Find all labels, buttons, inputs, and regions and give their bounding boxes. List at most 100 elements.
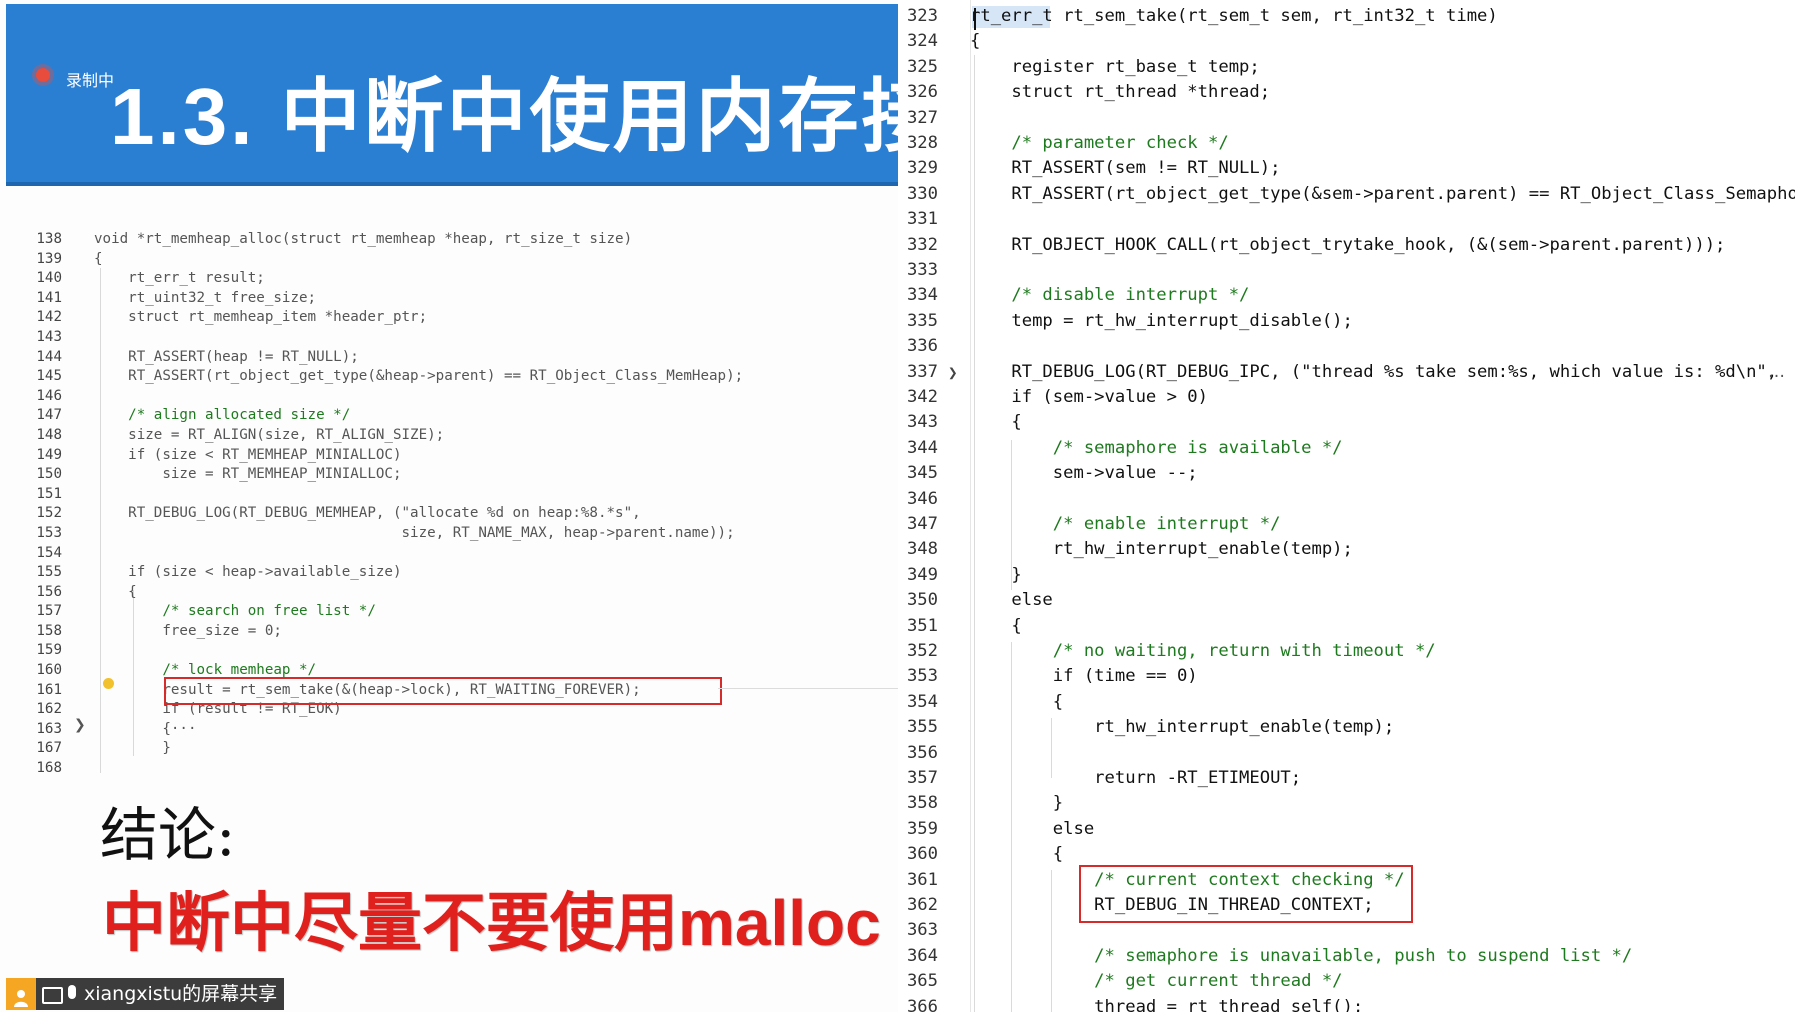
code-line: 151 — [36, 485, 62, 502]
code-text: temp = rt_hw_interrupt_disable(); — [970, 310, 1353, 331]
code-line[interactable]: 366 thread = rt_thread_self(); — [898, 995, 1795, 1012]
code-line[interactable]: 337 RT_DEBUG_LOG(RT_DEBUG_IPC, ("thread … — [898, 360, 1795, 385]
code-text: RT_OBJECT_HOOK_CALL(rt_object_trytake_ho… — [970, 234, 1726, 255]
code-line[interactable]: 344 /* semaphore is available */ — [898, 436, 1795, 461]
code-text: /* semaphore is available */ — [970, 437, 1343, 458]
code-text: RT_DEBUG_LOG(RT_DEBUG_IPC, ("thread %s t… — [970, 361, 1778, 382]
code-line[interactable]: 357 return -RT_ETIMEOUT; — [898, 766, 1795, 791]
line-number: 332 — [906, 234, 938, 255]
code-line[interactable]: 356 — [898, 741, 1795, 766]
line-number: 323 — [906, 6, 938, 26]
line-number: 351 — [906, 615, 938, 636]
code-text: thread = rt_thread_self(); — [970, 996, 1364, 1012]
line-number: 345 — [906, 463, 938, 484]
screen-icon — [42, 987, 63, 1004]
screen-share-view: 录制中 1.3. 中断中使用内存接口 138void *rt_memheap_a… — [0, 0, 1795, 1012]
code-line[interactable]: 354 { — [898, 690, 1795, 715]
highlight-box — [1079, 865, 1413, 923]
code-text: RT_ASSERT(rt_object_get_type(&sem->paren… — [970, 183, 1795, 204]
code-line: 139{ — [36, 250, 103, 267]
code-line[interactable]: 332 RT_OBJECT_HOOK_CALL(rt_object_trytak… — [898, 233, 1795, 258]
code-editor[interactable]: 323 rt_err_t rt_sem_take(rt_sem_t sem, rt… — [898, 0, 1795, 1012]
line-number: 329 — [906, 158, 938, 179]
code-line: 167 } — [36, 740, 171, 757]
code-line[interactable]: 347 /* enable interrupt */ — [898, 512, 1795, 537]
code-line[interactable]: 345 sem->value --; — [898, 461, 1795, 486]
code-line[interactable]: 328 /* parameter check */ — [898, 131, 1795, 156]
code-line[interactable]: 342 if (sem->value > 0) — [898, 385, 1795, 410]
code-text: else — [970, 818, 1095, 839]
code-line: 153 size, RT_NAME_MAX, heap->parent.name… — [36, 524, 735, 541]
line-number: 325 — [906, 56, 938, 77]
code-text: { — [970, 691, 1064, 712]
screen-share-indicator[interactable]: xiangxistu的屏幕共享 — [6, 978, 284, 1010]
code-text: /* disable interrupt */ — [970, 285, 1250, 306]
code-line[interactable]: 359 else — [898, 817, 1795, 842]
slide-title: 1.3. 中断中使用内存接口 — [110, 72, 898, 161]
overflow-ellipsis-icon: … — [1768, 362, 1785, 382]
line-number: 334 — [906, 285, 938, 306]
line-number: 353 — [906, 666, 938, 687]
line-number: 331 — [906, 209, 938, 230]
line-number: 360 — [906, 844, 938, 865]
code-line: 141 rt_uint32_t free_size; — [36, 289, 317, 306]
line-number: 328 — [906, 133, 938, 153]
code-line[interactable]: 326 struct rt_thread *thread; — [898, 80, 1795, 105]
fold-chevron-icon[interactable]: ❯ — [74, 717, 86, 733]
recording-dot-icon — [36, 68, 50, 82]
code-line: 149 if (size < RT_MEMHEAP_MINIALLOC) — [36, 446, 402, 463]
code-line[interactable]: 353 if (time == 0) — [898, 664, 1795, 689]
code-line: 147 /* align allocated size */ — [36, 407, 351, 424]
microphone-icon — [68, 985, 76, 999]
code-line[interactable]: 346 — [898, 487, 1795, 512]
line-number: 357 — [906, 768, 938, 788]
code-line[interactable]: 329 RT_ASSERT(sem != RT_NULL); — [898, 156, 1795, 181]
line-number: 358 — [906, 793, 938, 814]
code-line[interactable]: 331 — [898, 207, 1795, 232]
line-number: 348 — [906, 539, 938, 560]
code-line: 144 RT_ASSERT(heap != RT_NULL); — [36, 348, 359, 365]
code-line[interactable]: 335 temp = rt_hw_interrupt_disable(); — [898, 309, 1795, 334]
code-line[interactable]: 327 — [898, 106, 1795, 131]
line-number: 355 — [906, 717, 938, 738]
share-label: xiangxistu的屏幕共享 — [84, 983, 278, 1005]
code-text: rt_err_t rt_sem_take(rt_sem_t sem, rt_in… — [970, 6, 1498, 26]
code-text: return -RT_ETIMEOUT; — [970, 768, 1302, 788]
code-line[interactable]: 351 { — [898, 614, 1795, 639]
code-line[interactable]: 349 } — [898, 563, 1795, 588]
code-line[interactable]: 343 { — [898, 410, 1795, 435]
code-text: if (sem->value > 0) — [970, 387, 1208, 407]
code-line[interactable]: 364 /* semaphore is unavailable, push to… — [898, 944, 1795, 969]
lightbulb-icon[interactable] — [103, 678, 114, 689]
line-number: 330 — [906, 183, 938, 204]
code-line: 138 void *rt_memheap_alloc(struct rt_memh… — [36, 231, 633, 247]
code-line: 158 free_size = 0; — [36, 622, 282, 639]
line-number: 333 — [906, 260, 938, 280]
line-number: 363 — [906, 920, 938, 941]
line-number: 343 — [906, 412, 938, 433]
code-line[interactable]: 333 — [898, 258, 1795, 283]
code-text: /* get current thread */ — [970, 971, 1343, 992]
code-line: 143 — [36, 328, 62, 345]
code-line[interactable]: 324 { — [898, 29, 1795, 54]
code-line[interactable]: 348 rt_hw_interrupt_enable(temp); — [898, 537, 1795, 562]
code-line[interactable]: 358 } — [898, 791, 1795, 816]
code-line[interactable]: 352 /* no waiting, return with timeout *… — [898, 639, 1795, 664]
line-number: 336 — [906, 336, 938, 357]
code-text: else — [970, 590, 1053, 611]
code-text: if (time == 0) — [970, 666, 1198, 687]
code-line[interactable]: 355 rt_hw_interrupt_enable(temp); — [898, 715, 1795, 740]
line-number: 366 — [906, 996, 938, 1012]
presentation-slide: 录制中 1.3. 中断中使用内存接口 138void *rt_memheap_a… — [0, 0, 898, 1012]
fold-chevron-icon[interactable]: ❯ — [948, 360, 958, 385]
code-line[interactable]: 360 { — [898, 842, 1795, 867]
code-line[interactable]: 323 rt_err_t rt_sem_take(rt_sem_t sem, rt… — [898, 4, 1795, 29]
code-line[interactable]: 330 RT_ASSERT(rt_object_get_type(&sem->p… — [898, 182, 1795, 207]
code-line[interactable]: 350 else — [898, 588, 1795, 613]
code-line[interactable]: 325 register rt_base_t temp; — [898, 55, 1795, 80]
line-number: 350 — [906, 590, 938, 611]
code-text: { — [970, 844, 1064, 865]
code-line[interactable]: 336 — [898, 334, 1795, 359]
code-line[interactable]: 334 /* disable interrupt */ — [898, 283, 1795, 308]
code-line[interactable]: 365 /* get current thread */ — [898, 969, 1795, 994]
